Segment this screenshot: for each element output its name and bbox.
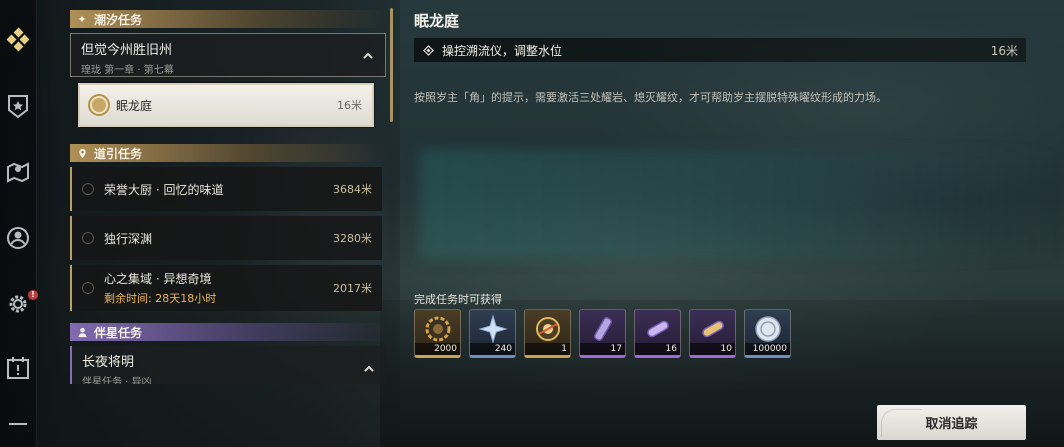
objective-diamond-icon: [422, 44, 434, 56]
chapter-companion[interactable]: 长夜将明 伴星任务 · 异凶: [70, 346, 386, 384]
purple-capsule-icon: [647, 320, 669, 338]
reward-count: 100000: [745, 343, 790, 355]
chevron-up-icon[interactable]: [362, 362, 376, 376]
rewards-row: 2000 240 1 17 16 10 100000: [414, 309, 791, 358]
quest-list: ✦ 潮汐任务 但觉今州胜旧州 瑝珑 第一章 · 第七幕 眠龙庭 16米 道引任务…: [66, 0, 392, 447]
quest-item[interactable]: 荣誉大厨 · 回忆的味道 3684米: [70, 167, 382, 211]
reward-count: 1: [525, 343, 570, 355]
chapter-title: 长夜将明: [82, 355, 135, 370]
category-companion[interactable]: 伴星任务: [70, 323, 386, 341]
reward-item[interactable]: 10: [689, 309, 736, 358]
rail-divider: [36, 0, 37, 447]
quest-diamond-icon[interactable]: [4, 26, 32, 54]
crystal-star-icon: [478, 314, 508, 344]
quest-name: 独行深渊: [104, 231, 153, 246]
quest-status-icon: [82, 232, 94, 244]
reward-count: 2000: [415, 343, 460, 355]
reward-item[interactable]: 2000: [414, 309, 461, 358]
category-label: 潮汐任务: [94, 12, 143, 27]
quest-description: 按照岁主「角」的提示，需要激活三处耀岩、熄灭耀纹，才可帮助岁主摆脱特殊曜纹形成的…: [414, 91, 887, 104]
badge-shield-icon[interactable]: [4, 92, 32, 120]
category-guide[interactable]: 道引任务: [70, 144, 386, 162]
quest-timer: 剩余时间: 28天18小时: [104, 292, 217, 305]
location-pin-icon: [76, 147, 88, 159]
quest-item[interactable]: 心之集域 · 异想奇境 剩余时间: 28天18小时 2017米: [70, 265, 382, 311]
star-sparkle-icon: ✦: [77, 12, 87, 26]
quest-distance: 2017米: [333, 282, 372, 295]
reward-item[interactable]: 1: [524, 309, 571, 358]
quest-item[interactable]: 独行深渊 3280米: [70, 216, 382, 260]
more-icon[interactable]: [4, 414, 32, 442]
reward-item[interactable]: 100000: [744, 309, 791, 358]
chevron-up-icon[interactable]: [361, 49, 375, 63]
reward-count: 240: [470, 343, 515, 355]
person-circle-icon[interactable]: [4, 224, 32, 252]
chapter-subtitle: 伴星任务 · 异凶: [82, 377, 152, 384]
objective-row: 操控溯流仪，调整水位 16米: [414, 38, 1026, 62]
chapter-title: 但觉今州胜旧州: [81, 43, 173, 58]
detail-title: 眠龙庭: [414, 12, 460, 30]
reward-count: 10: [690, 343, 735, 355]
reward-count: 17: [580, 343, 625, 355]
quest-name: 荣誉大厨 · 回忆的味道: [104, 182, 224, 197]
quest-distance: 3684米: [333, 183, 372, 196]
chapter-subtitle: 瑝珑 第一章 · 第七幕: [81, 65, 174, 76]
quest-distance: 3280米: [333, 232, 372, 245]
person-icon: [76, 326, 88, 338]
background-water: [420, 150, 1060, 260]
objective-distance: 16米: [990, 43, 1018, 58]
purple-vial-icon: [593, 316, 613, 342]
category-tide[interactable]: ✦ 潮汐任务: [70, 10, 386, 28]
quest-name: 心之集域 · 异想奇境: [104, 272, 212, 286]
calendar-icon[interactable]: [4, 354, 32, 382]
golden-orb-icon: [536, 317, 560, 341]
reward-item[interactable]: 17: [579, 309, 626, 358]
rewards-title: 完成任务时可获得: [414, 293, 502, 306]
quest-status-icon: [82, 282, 94, 294]
gold-capsule-icon: [702, 320, 724, 338]
gear-coin-icon: [425, 316, 451, 342]
map-pin-icon[interactable]: [4, 158, 32, 186]
quest-distance: 16米: [337, 99, 362, 112]
quest-item-active[interactable]: 眠龙庭 16米: [78, 83, 374, 127]
quest-name: 眠龙庭: [116, 98, 153, 113]
chapter-tide[interactable]: 但觉今州胜旧州 瑝珑 第一章 · 第七幕: [70, 33, 386, 77]
side-nav: !: [0, 0, 38, 447]
shell-coin-icon: [755, 316, 781, 342]
quest-status-icon: [82, 183, 94, 195]
untrack-button[interactable]: 取消追踪: [877, 405, 1026, 440]
reward-count: 16: [635, 343, 680, 355]
reward-item[interactable]: 240: [469, 309, 516, 358]
tracked-quest-icon: [90, 96, 108, 114]
reward-item[interactable]: 16: [634, 309, 681, 358]
scrollbar-thumb[interactable]: [390, 8, 393, 122]
category-label: 伴星任务: [94, 325, 143, 340]
gear-icon[interactable]: !: [4, 290, 38, 318]
objective-text: 操控溯流仪，调整水位: [442, 43, 563, 58]
category-label: 道引任务: [94, 146, 143, 161]
